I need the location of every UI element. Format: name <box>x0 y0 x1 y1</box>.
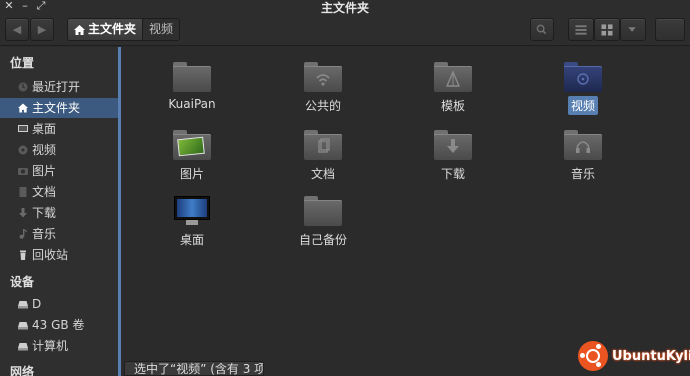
sidebar-item-recent[interactable]: 最近打开 <box>0 77 118 97</box>
home-icon <box>74 24 85 35</box>
file-label: 图片 <box>179 167 204 181</box>
sidebar-item-label: 主文件夹 <box>32 101 81 115</box>
breadcrumb-videos[interactable]: 视频 <box>143 19 179 40</box>
breadcrumb-home-label: 主文件夹 <box>88 22 137 36</box>
file-label: 自己备份 <box>298 233 347 247</box>
sidebar-item-label: 下载 <box>32 206 57 220</box>
sidebar-item-volume[interactable]: 43 GB 卷 <box>0 315 118 335</box>
sidebar-heading-network: 网络 <box>10 365 35 376</box>
list-view-button[interactable] <box>568 18 594 41</box>
folder-download-icon <box>434 130 472 160</box>
options-icon <box>656 19 684 40</box>
title-bar: ✕ – ⤢ 主文件夹 <box>0 0 690 15</box>
file-item-pictures[interactable]: 图片 <box>147 130 237 183</box>
sidebar-item-label: 计算机 <box>32 339 69 353</box>
desktop-icon <box>18 125 28 132</box>
document-icon <box>19 187 27 197</box>
home-icon <box>18 103 28 113</box>
drive-icon <box>18 343 28 351</box>
toolbar: ◀ ▶ 主文件夹 视频 <box>0 14 690 46</box>
folder-videos-icon <box>564 62 602 92</box>
breadcrumb-home[interactable]: 主文件夹 <box>68 19 144 40</box>
forward-button[interactable]: ▶ <box>30 18 54 41</box>
file-item-desktop[interactable]: 桌面 <box>147 196 237 249</box>
folder-templates-icon <box>434 62 472 92</box>
file-label: 公共的 <box>304 99 341 113</box>
file-label: 音乐 <box>570 167 595 181</box>
sidebar-item-label: 图片 <box>32 164 57 178</box>
watermark-text: UbuntuKylin <box>612 348 690 364</box>
sidebar-item-label: 桌面 <box>32 122 57 136</box>
sidebar-item-computer[interactable]: 计算机 <box>0 336 118 356</box>
sidebar-item-label: 最近打开 <box>32 80 81 94</box>
file-label: 文档 <box>310 167 335 181</box>
sidebar: 位置 最近打开 主文件夹 桌面 视频 图片 文档 下载 音乐 回收站 设备 D <box>0 47 118 376</box>
file-item-kuaipan[interactable]: KuaiPan <box>147 62 237 112</box>
list-view-icon <box>575 25 587 35</box>
video-icon <box>18 145 28 155</box>
sidebar-item-label: 文档 <box>32 185 57 199</box>
drive-icon <box>18 322 28 330</box>
chevron-left-icon: ◀ <box>12 23 22 36</box>
ubuntu-logo-icon <box>578 341 608 371</box>
sidebar-item-music[interactable]: 音乐 <box>0 224 118 244</box>
recent-icon <box>18 82 28 92</box>
sidebar-item-label: 音乐 <box>32 227 57 241</box>
sidebar-item-label: D <box>32 297 42 311</box>
folder-icon <box>173 62 211 92</box>
search-icon <box>536 24 547 35</box>
file-item-public[interactable]: 公共的 <box>278 62 368 115</box>
sidebar-item-label: 回收站 <box>32 248 69 262</box>
view-options-button[interactable] <box>620 18 646 41</box>
sidebar-item-label: 43 GB 卷 <box>32 318 85 332</box>
status-bar: 选中了“视频” (含有 3 项) <box>124 361 264 376</box>
sidebar-heading-devices: 设备 <box>10 275 35 289</box>
grid-view-button[interactable] <box>594 18 620 41</box>
sidebar-item-pictures[interactable]: 图片 <box>0 161 118 181</box>
file-item-documents[interactable]: 文档 <box>278 130 368 183</box>
sidebar-item-desktop[interactable]: 桌面 <box>0 119 118 139</box>
trash-icon <box>20 250 26 260</box>
file-item-downloads[interactable]: 下载 <box>408 130 498 183</box>
file-item-videos[interactable]: 视频 <box>538 62 628 115</box>
file-label: 视频 <box>567 96 598 115</box>
ubuntukylin-watermark: UbuntuKylin <box>578 341 690 371</box>
file-label: 模板 <box>440 99 465 113</box>
dropdown-icon <box>628 27 636 32</box>
sidebar-item-trash[interactable]: 回收站 <box>0 245 118 265</box>
sidebar-item-downloads[interactable]: 下载 <box>0 203 118 223</box>
file-item-music[interactable]: 音乐 <box>538 130 628 183</box>
breadcrumb: 主文件夹 视频 <box>67 18 181 41</box>
file-item-backup[interactable]: 自己备份 <box>278 196 368 249</box>
file-label: 下载 <box>440 167 465 181</box>
sidebar-item-videos[interactable]: 视频 <box>0 140 118 160</box>
sidebar-item-drive-d[interactable]: D <box>0 294 118 314</box>
camera-icon <box>18 168 28 175</box>
sidebar-heading-places: 位置 <box>10 56 35 70</box>
sidebar-item-label: 视频 <box>32 143 57 157</box>
sidebar-item-home[interactable]: 主文件夹 <box>0 98 118 118</box>
file-view: KuaiPan 公共的 模板 视频 图片 文档 下载 音乐 桌面 自己备份 <box>121 47 690 362</box>
grid-view-icon <box>601 24 613 36</box>
file-label: 桌面 <box>179 233 204 247</box>
drive-icon <box>18 301 28 309</box>
music-icon <box>19 229 27 239</box>
file-label: KuaiPan <box>168 97 216 111</box>
file-item-templates[interactable]: 模板 <box>408 62 498 115</box>
chevron-right-icon: ▶ <box>37 23 47 36</box>
folder-public-icon <box>304 62 342 92</box>
sidebar-item-documents[interactable]: 文档 <box>0 182 118 202</box>
back-button[interactable]: ◀ <box>5 18 29 41</box>
folder-documents-icon <box>304 130 342 160</box>
desktop-monitor-icon <box>174 196 210 226</box>
download-icon <box>19 208 27 218</box>
folder-pictures-icon <box>173 130 211 160</box>
folder-music-icon <box>564 130 602 160</box>
options-button[interactable] <box>655 18 685 41</box>
search-button[interactable] <box>530 18 554 41</box>
folder-icon <box>304 196 342 226</box>
